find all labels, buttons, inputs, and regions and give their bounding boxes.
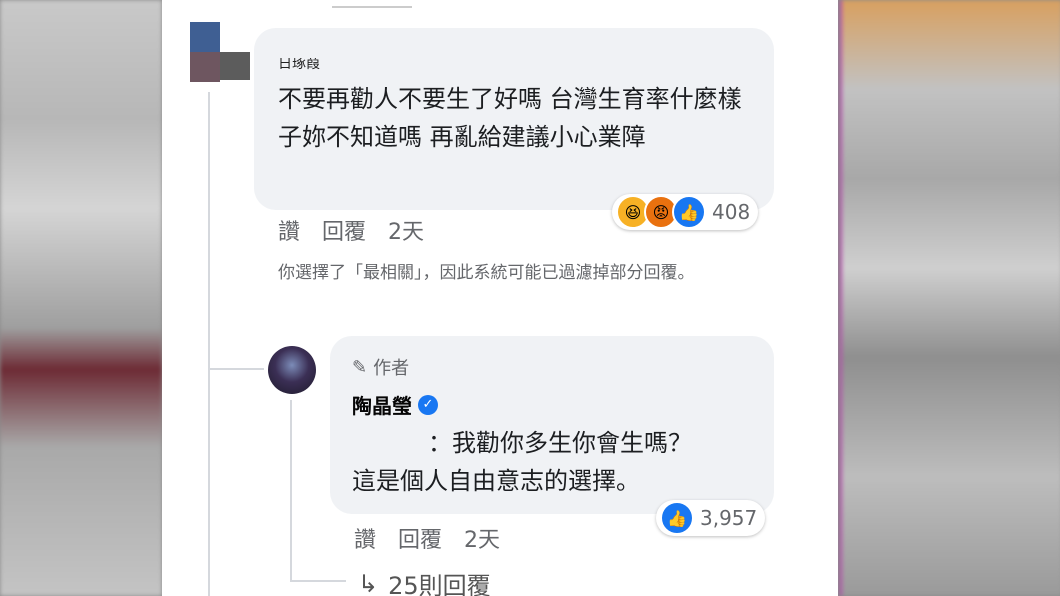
reply-body: ：我勸你多生你會生嗎？ 這是個人自由意志的選擇。 <box>352 424 762 500</box>
background-left-blur <box>0 0 162 596</box>
like-icon: 👍 <box>660 501 694 535</box>
comment-panel: 日琢葭 不要再勸人不要生了好嗎 台灣生育率什麼樣子妳不知道嗎 再亂給建議小心業障… <box>162 0 838 596</box>
thread-branch <box>208 368 264 370</box>
reply-button[interactable]: 回覆 <box>322 214 366 246</box>
commenter-avatar[interactable] <box>190 22 250 84</box>
comment-bubble: 日琢葭 不要再勸人不要生了好嗎 台灣生育率什麼樣子妳不知道嗎 再亂給建議小心業障 <box>254 28 774 210</box>
comment-actions: 讚 回覆 2天 <box>278 214 424 246</box>
comment-time[interactable]: 2天 <box>388 214 424 246</box>
thread-line-main <box>208 92 210 596</box>
reply-reaction-count: 3,957 <box>700 506 758 530</box>
reply-bubble: ✎ 作者 陶晶瑩 ✓ ：我勸你多生你會生嗎？ 這是個人自由意志的選擇。 <box>330 336 774 514</box>
reply-line-1: ：我勸你多生你會生嗎？ <box>428 429 692 457</box>
reply-time[interactable]: 2天 <box>464 522 500 554</box>
author-label: 作者 <box>373 358 410 379</box>
reply-reactions[interactable]: 👍 3,957 <box>656 500 766 536</box>
replies-count-label: 25則回覆 <box>388 572 491 596</box>
like-icon: 👍 <box>672 195 706 229</box>
comment-reactions[interactable]: 😆 😡 👍 408 <box>612 194 759 230</box>
background-right-blur <box>840 0 1060 596</box>
poster-row: 陶晶瑩 ✓ <box>352 390 438 419</box>
reply-reply-button[interactable]: 回覆 <box>398 522 442 554</box>
pencil-icon: ✎ <box>352 356 368 378</box>
reaction-count: 408 <box>712 200 751 224</box>
view-replies-link[interactable]: ↳ 25則回覆 <box>358 566 491 596</box>
filter-note: 你選擇了「最相關」，因此系統可能已過濾掉部分回覆。 <box>278 263 695 283</box>
like-button[interactable]: 讚 <box>278 214 300 246</box>
top-divider <box>332 0 412 8</box>
comment-body: 不要再勸人不要生了好嗎 台灣生育率什麼樣子妳不知道嗎 再亂給建議小心業障 <box>278 85 742 151</box>
reply-line-2: 這是個人自由意志的選擇。 <box>352 467 640 495</box>
thread-branch-replies <box>290 580 346 582</box>
poster-name[interactable]: 陶晶瑩 <box>352 390 412 419</box>
verified-badge-icon: ✓ <box>418 394 438 415</box>
reply-arrow-icon: ↳ <box>358 569 379 596</box>
author-badge: ✎ 作者 <box>352 354 409 380</box>
author-avatar[interactable] <box>268 346 316 394</box>
thread-line-reply <box>290 400 292 580</box>
commenter-name[interactable]: 日琢葭 <box>278 58 320 70</box>
reply-actions: 讚 回覆 2天 <box>354 522 500 554</box>
reply-like-button[interactable]: 讚 <box>354 522 376 554</box>
